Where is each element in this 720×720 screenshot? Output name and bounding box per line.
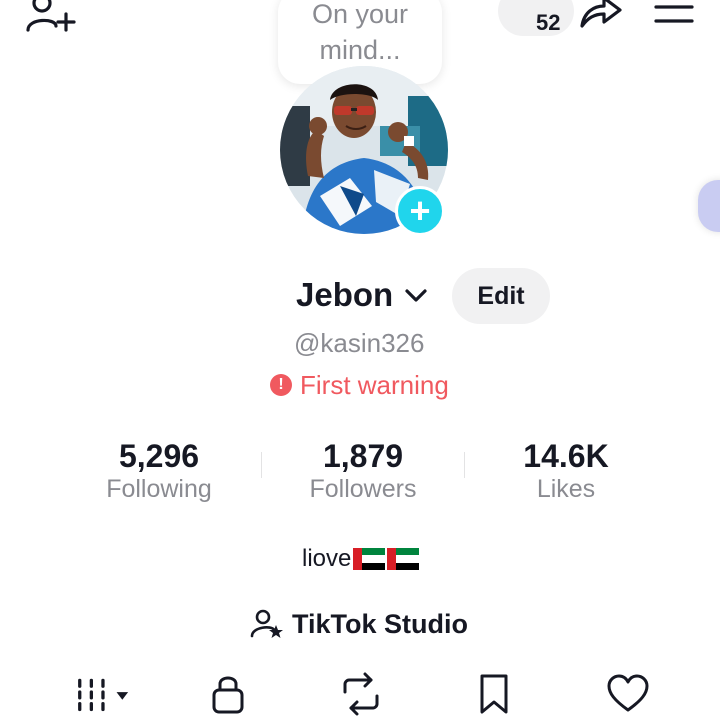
tiktok-studio-label: TikTok Studio — [292, 608, 469, 639]
edit-profile-button[interactable]: Edit — [452, 268, 550, 324]
repost-icon — [343, 672, 379, 716]
heart-icon — [607, 674, 649, 712]
account-switch-button[interactable] — [402, 282, 430, 310]
stat-label: Following — [106, 475, 212, 503]
uae-flag-icon — [387, 548, 420, 570]
plus-icon: + — [409, 190, 431, 231]
stat-value: 1,879 — [322, 438, 404, 474]
tab-videos[interactable] — [72, 668, 132, 720]
tab-favorites[interactable] — [464, 668, 524, 720]
add-story-button[interactable]: + — [395, 186, 445, 236]
menu-button[interactable] — [652, 2, 696, 28]
bio-text: liove — [302, 545, 352, 572]
share-button[interactable] — [574, 0, 626, 32]
tab-liked[interactable] — [598, 668, 658, 720]
bookmark-icon — [480, 674, 508, 714]
stat-divider — [261, 452, 262, 478]
side-drawer-handle[interactable] — [698, 180, 720, 232]
stat-value: 5,296 — [118, 438, 200, 474]
chevron-down-icon — [405, 289, 427, 302]
uae-flag-icon — [353, 548, 386, 570]
alert-icon: ! — [270, 374, 292, 396]
stat-divider — [464, 452, 465, 478]
thought-bubble-text: On your mind... — [311, 0, 409, 65]
videos-grid-icon — [78, 678, 129, 712]
stat-value: 14.6K — [523, 438, 609, 474]
tab-private[interactable] — [198, 668, 258, 720]
tab-reposts[interactable] — [331, 668, 391, 720]
stat-likes[interactable]: 14.6K Likes — [466, 436, 666, 504]
stat-label: Likes — [536, 475, 596, 503]
tiktok-studio-link[interactable]: TikTok Studio — [250, 604, 468, 644]
username: @kasin326 — [294, 328, 425, 358]
warning-text: First warning — [300, 369, 449, 400]
display-name[interactable]: Jebon — [296, 276, 393, 314]
user-star-icon — [250, 609, 283, 638]
add-friend-icon — [26, 0, 76, 32]
add-friend-button[interactable] — [22, 0, 78, 40]
menu-icon — [654, 5, 694, 23]
stat-followers[interactable]: 1,879 Followers — [263, 436, 463, 504]
stat-following[interactable]: 5,296 Following — [59, 436, 259, 504]
lock-icon — [212, 676, 244, 714]
share-icon — [580, 0, 622, 28]
share-count: 52 — [536, 10, 561, 35]
warning-notice[interactable]: ! First warning — [270, 368, 449, 402]
stat-label: Followers — [309, 475, 417, 503]
bio: liove — [302, 545, 420, 573]
